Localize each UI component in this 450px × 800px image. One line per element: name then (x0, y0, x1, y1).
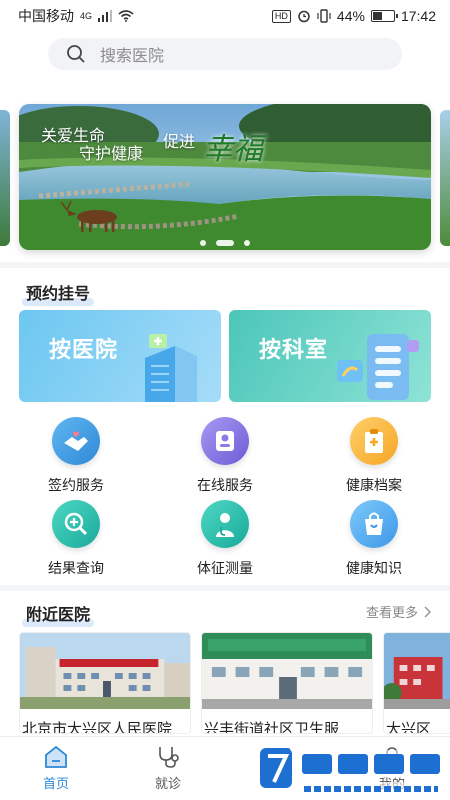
wifi-icon (118, 10, 134, 22)
carousel-dot[interactable] (244, 240, 250, 246)
health-knowledge-button[interactable]: 健康知识 (319, 500, 429, 578)
chevron-right-icon (424, 605, 432, 618)
see-more-link[interactable]: 查看更多 (366, 602, 432, 621)
clock: 17:42 (400, 8, 436, 24)
hospital-card[interactable]: 兴丰街道社区卫生服 (201, 632, 373, 734)
hd-badge: HD (271, 9, 291, 23)
nearby-section-title: 附近医院 (22, 601, 95, 627)
handshake-icon (52, 417, 100, 465)
see-more-label: 查看更多 (365, 605, 418, 620)
service-label: 健康档案 (346, 477, 402, 493)
hospital-name: 兴丰街道社区卫生服 (204, 721, 340, 734)
hospital-building-icon (145, 334, 197, 402)
banner-prev-peek[interactable] (0, 110, 10, 246)
status-right: HD 44% 17:42 (271, 8, 436, 24)
service-label: 体征测量 (197, 560, 253, 576)
search-placeholder: 搜索医院 (100, 48, 165, 65)
stethoscope-icon (159, 747, 179, 768)
network-type: 4G (80, 11, 93, 21)
tab-visit[interactable]: 就诊 (112, 737, 224, 800)
hospital-name: 大兴区 (386, 721, 432, 734)
book-by-department-button[interactable]: 按科室 (229, 310, 431, 402)
tab-visit-label: 就诊 (154, 776, 181, 791)
vibrate-icon (317, 9, 331, 23)
banner-slogan-3: 促进 (163, 134, 196, 151)
book-by-hospital-button[interactable]: 按医院 (19, 310, 221, 402)
hospital-photo (384, 633, 450, 709)
status-left: 中国移动 4G (18, 6, 134, 26)
home-icon (45, 745, 67, 768)
battery-icon (370, 10, 398, 22)
banner-carousel[interactable]: 关爱生命 守护健康 促进 幸福 (0, 104, 450, 250)
tab-home[interactable]: 首页 (0, 737, 112, 800)
signal-icon (98, 10, 113, 22)
appointment-section-title: 预约挂号 (22, 280, 95, 306)
banner-slogan-2: 守护健康 (79, 146, 144, 163)
site-watermark-logo (260, 748, 446, 796)
carousel-dot[interactable] (200, 240, 206, 246)
search-input[interactable]: 搜索医院 (48, 38, 402, 70)
book-by-hospital-label: 按医院 (49, 337, 119, 362)
book-by-department-label: 按科室 (259, 337, 329, 362)
clipboard-icon (350, 417, 398, 465)
health-record-button[interactable]: 健康档案 (319, 417, 429, 495)
hospital-card[interactable]: 大兴区 (383, 632, 450, 734)
banner-next-peek[interactable] (440, 110, 450, 246)
carrier-name: 中国移动 (18, 8, 74, 24)
appointment-title-text: 预约挂号 (26, 286, 91, 303)
signing-service-button[interactable]: 签约服务 (21, 417, 131, 495)
carousel-dot-active[interactable] (216, 240, 234, 246)
service-label: 在线服务 (197, 477, 253, 493)
service-label: 健康知识 (346, 560, 402, 576)
alarm-icon (298, 10, 310, 23)
online-service-button[interactable]: 在线服务 (170, 417, 280, 495)
search-icon (67, 45, 85, 63)
magnify-plus-icon (52, 500, 100, 548)
tab-home-label: 首页 (42, 776, 69, 791)
vital-signs-button[interactable]: 体征测量 (170, 500, 280, 578)
department-list-icon (337, 334, 419, 400)
service-label: 签约服务 (48, 477, 104, 493)
section-divider (0, 585, 450, 591)
carousel-indicator (19, 240, 431, 246)
bag-icon (350, 500, 398, 548)
service-label: 结果查询 (48, 560, 104, 576)
banner-slide[interactable]: 关爱生命 守护健康 促进 幸福 (19, 104, 431, 250)
doctor-icon (201, 417, 249, 465)
result-query-button[interactable]: 结果查询 (21, 500, 131, 578)
banner-calligraphy: 幸福 (203, 132, 263, 167)
hospital-photo (202, 633, 372, 709)
section-divider (0, 262, 450, 268)
battery-percent: 44% (336, 8, 365, 24)
hospital-card[interactable]: 北京市大兴区人民医院 (19, 632, 191, 734)
stethoscope-doctor-icon (201, 500, 249, 548)
hospital-photo (20, 633, 190, 709)
nearby-title-text: 附近医院 (26, 607, 91, 624)
hospital-name: 北京市大兴区人民医院 (22, 721, 173, 734)
status-bar: 中国移动 4G HD 44% 17:42 (0, 0, 450, 32)
